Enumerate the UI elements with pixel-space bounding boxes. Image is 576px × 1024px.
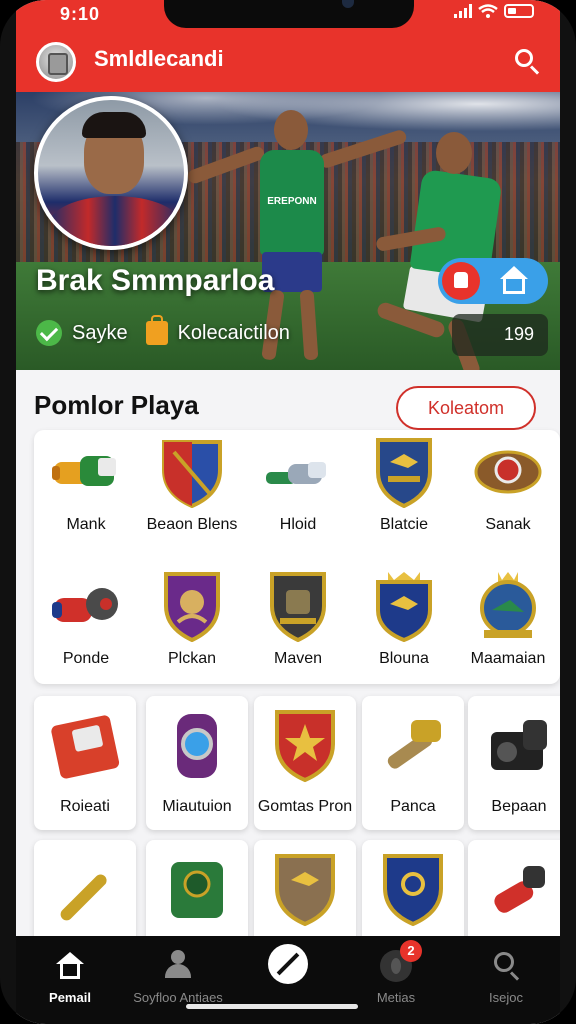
home-icon	[54, 950, 86, 982]
jersey-text: EREPONN	[267, 196, 317, 207]
wifi-icon	[478, 4, 498, 18]
featured-items-card: Mank Beaon Blens Hloid Blatcie Sanak Pon…	[34, 430, 560, 684]
notification-badge: 2	[400, 940, 422, 962]
shield-icon	[275, 854, 335, 927]
home-indicator	[186, 1004, 358, 1009]
person-icon	[162, 950, 194, 982]
player-avatar[interactable]	[34, 96, 188, 250]
search-icon	[515, 49, 533, 67]
cannon-icon	[52, 456, 116, 486]
item-card[interactable]: Plckan	[140, 564, 244, 684]
bottom-navigation: Pemail Soyfloo Antiaes 2 Metias Isejoc	[16, 936, 560, 1024]
gem-icon	[177, 714, 217, 778]
tile-label: Gomtas Pron	[257, 798, 353, 815]
nav-label: Isejoc	[489, 990, 523, 1005]
camera-icon	[491, 720, 547, 770]
cannon-icon	[52, 588, 118, 622]
collection-tile[interactable]: Miautuion	[146, 696, 248, 830]
item-card[interactable]: Maamaian	[456, 564, 560, 684]
item-card[interactable]: Sanak	[456, 430, 560, 550]
signal-icon	[454, 4, 472, 18]
nav-item-search[interactable]: Isejoc	[452, 946, 560, 1016]
shield-icon	[164, 572, 220, 642]
status-time: 9:10	[60, 4, 101, 24]
bag-icon	[145, 315, 168, 345]
status-bar: 9:10	[16, 0, 560, 30]
badge-collection: Kolecaictilon	[177, 321, 290, 344]
item-card[interactable]: Blatcie	[352, 430, 456, 550]
item-card[interactable]: Maven	[246, 564, 350, 684]
collection-tile[interactable]: Bepaan	[468, 696, 560, 830]
cannon-icon	[494, 866, 545, 913]
tile-label: Panca	[390, 798, 436, 815]
box-icon	[51, 715, 120, 779]
item-label: Blatcie	[379, 516, 429, 533]
shield-icon	[383, 854, 443, 927]
home-button[interactable]	[498, 266, 530, 296]
item-label: Hloid	[279, 516, 317, 533]
create-button[interactable]	[268, 944, 308, 984]
shield-icon	[376, 572, 432, 642]
nav-label: Soyfloo Antiaes	[133, 990, 223, 1005]
nav-label: Metias	[376, 990, 416, 1005]
badge-sayke: Sayke	[72, 321, 128, 344]
tile-label: Bepaan	[491, 798, 547, 815]
search-icon	[490, 950, 522, 982]
item-label: Sanak	[485, 516, 531, 533]
item-label: Mank	[66, 516, 106, 533]
hero-banner: EREPONN Brak Smmparloa Sayke Kolecaictil…	[16, 92, 560, 370]
check-icon	[36, 320, 62, 346]
nav-item-media[interactable]: 2 Metias	[342, 940, 450, 1016]
player-name: Brak Smmparloa	[36, 264, 275, 297]
item-card[interactable]: Hloid	[246, 430, 350, 550]
phone-frame: 9:10 Smldlecandi EREPONN Brak Smmparloa …	[0, 0, 576, 1024]
item-label: Ponde	[62, 650, 110, 667]
item-card[interactable]: Ponde	[34, 564, 138, 684]
app-header: Smldlecandi	[16, 30, 560, 92]
count-badge: 199	[452, 314, 548, 356]
search-button[interactable]	[512, 46, 542, 76]
alert-button[interactable]	[442, 262, 480, 300]
collection-section: Pomlor Playa Koleatom Mank Beaon Blens H…	[16, 370, 560, 974]
emblem-icon	[480, 572, 536, 638]
item-label: Maamaian	[470, 650, 546, 667]
item-card[interactable]: Blouna	[352, 564, 456, 684]
tile-label: Miautuion	[162, 798, 232, 815]
player-badges: Sayke Kolecaictilon	[36, 315, 290, 346]
app-screen: 9:10 Smldlecandi EREPONN Brak Smmparloa …	[16, 0, 560, 1024]
cannon-icon	[266, 462, 326, 484]
item-label: Plckan	[167, 650, 217, 667]
cannon-icon	[387, 720, 441, 769]
shield-icon	[275, 710, 335, 783]
camera-icon	[342, 0, 354, 8]
shield-icon	[162, 440, 222, 508]
app-title: Smldlecandi	[94, 46, 224, 71]
status-icons	[454, 4, 534, 18]
section-title: Pomlor Playa	[34, 390, 199, 420]
collection-tile[interactable]: Roieati	[34, 696, 136, 830]
search-icon-handle	[529, 65, 540, 75]
camera-notch	[164, 0, 414, 28]
item-card[interactable]: Mank	[34, 430, 138, 550]
item-card[interactable]: Beaon Blens	[140, 430, 244, 550]
nav-item-home[interactable]: Pemail	[16, 946, 124, 1016]
hero-action-pill	[438, 258, 548, 304]
shield-icon	[376, 438, 432, 508]
box-icon	[171, 862, 223, 918]
app-logo[interactable]	[36, 42, 76, 82]
cannon-icon	[60, 874, 107, 921]
item-label: Beaon Blens	[146, 516, 238, 533]
tile-label: Roieati	[60, 798, 110, 815]
collection-tile[interactable]: Panca	[362, 696, 464, 830]
item-label: Maven	[273, 650, 323, 667]
battery-icon	[504, 4, 534, 18]
shield-icon	[270, 572, 326, 642]
item-label: Blouna	[379, 650, 429, 667]
collect-button[interactable]: Koleatom	[396, 386, 536, 430]
nav-label: Pemail	[49, 990, 91, 1005]
emblem-icon	[474, 450, 542, 494]
collection-tile[interactable]: Gomtas Pron	[254, 696, 356, 830]
